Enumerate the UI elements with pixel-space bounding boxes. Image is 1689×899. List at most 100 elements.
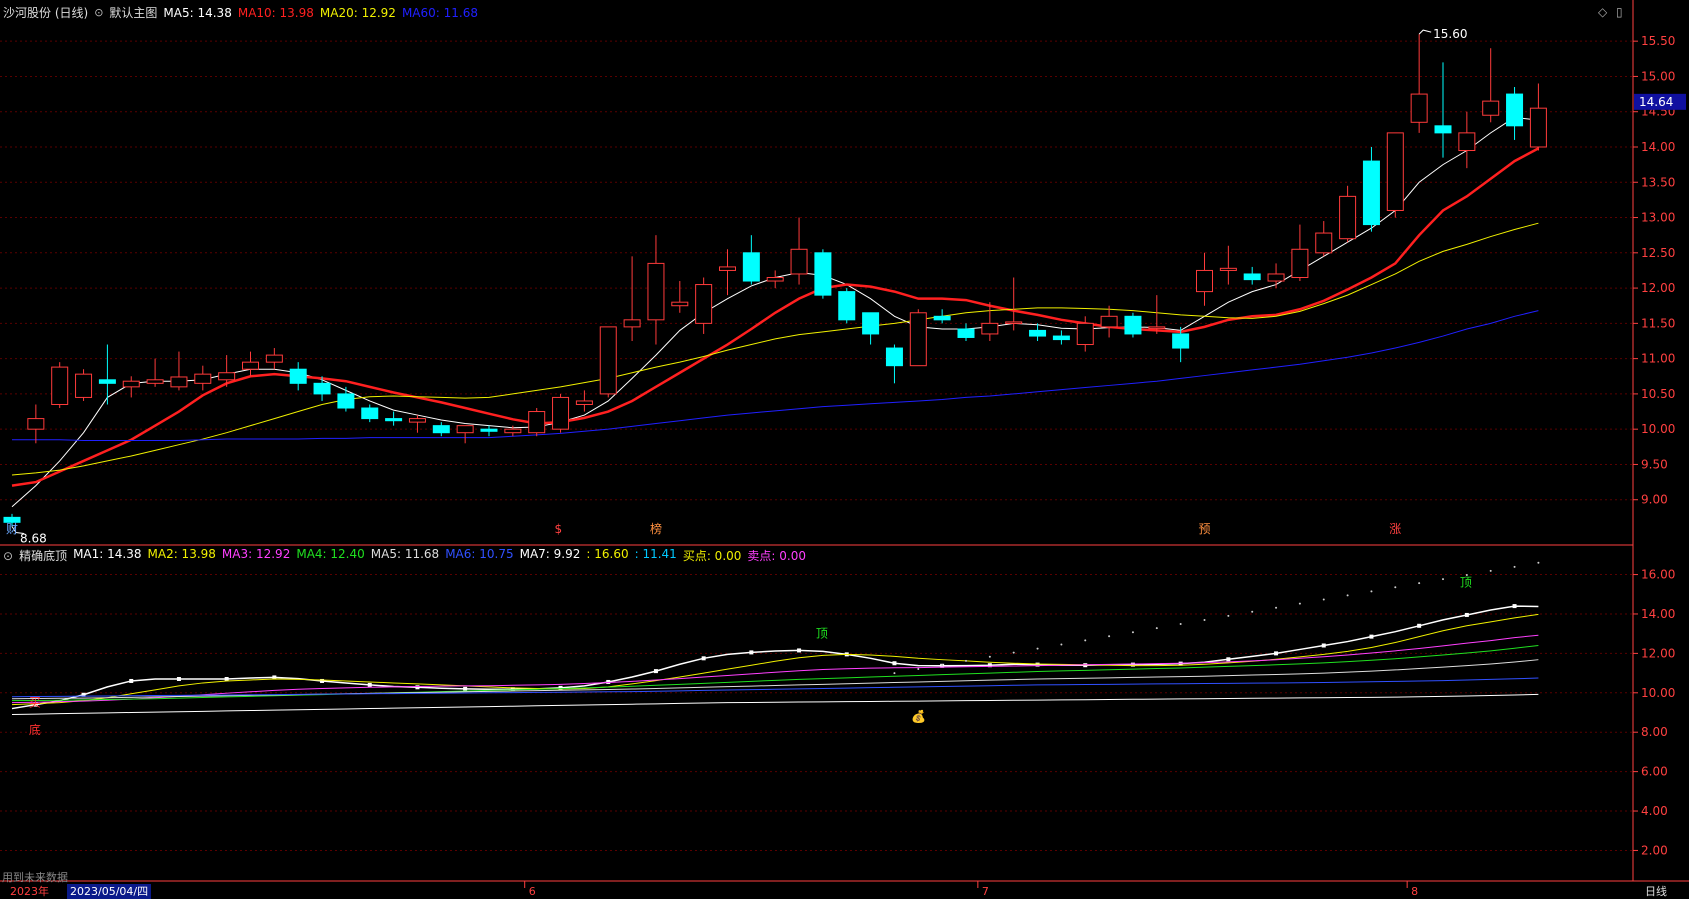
candle: [671, 281, 689, 313]
candle: [695, 277, 713, 334]
indicator-legend-item-3: MA4: 12.40: [296, 547, 365, 561]
event-marker: 涨: [1389, 521, 1401, 536]
period-label[interactable]: 日线: [1645, 884, 1667, 899]
ma-legend-item-2: MA20: 12.92: [319, 5, 396, 20]
candle-body-down: [1506, 93, 1524, 127]
high-annotation: 15.60: [1433, 27, 1467, 41]
candle-body-up: [1219, 267, 1237, 271]
trend-dot: [1155, 627, 1158, 630]
candle: [361, 404, 379, 423]
candle: [862, 312, 880, 345]
candle: [1219, 245, 1237, 285]
candle: [885, 344, 903, 384]
future-data-note: 用到未来数据: [2, 871, 68, 884]
indicator-dot: [1226, 657, 1231, 662]
low-annotation: 8.68: [20, 532, 47, 546]
main-tick-label: 13.00: [1641, 211, 1675, 225]
candle-body-up: [719, 266, 736, 271]
indicator-name[interactable]: 精确底顶: [19, 547, 67, 564]
indicator-dot: [367, 682, 372, 687]
indicator-tick-label: 4.00: [1641, 804, 1668, 818]
candle-body-up: [456, 425, 474, 434]
event-marker: 榜: [650, 521, 662, 536]
indicator-dot: [749, 650, 754, 655]
indicator-line-ma2: [11, 613, 1539, 706]
signal-marker: 顶: [816, 627, 828, 641]
stock-title: 沙河股份 (日线): [3, 6, 89, 20]
candle-body-up: [194, 373, 212, 384]
indicator-header: ⊙ 精确底顶 MA1: 14.38 MA2: 13.98 MA3: 12.92 MA4…: [3, 547, 806, 564]
template-dropdown-icon[interactable]: ⊙: [94, 6, 103, 19]
window-toggle-icon[interactable]: ▯: [1616, 5, 1623, 19]
trend-dot: [1346, 594, 1349, 597]
stock-chart-canvas[interactable]: 15.5015.0014.5014.0013.5013.0012.5012.00…: [0, 0, 1689, 899]
candle: [194, 365, 212, 391]
candle: [456, 425, 474, 444]
candle: [337, 386, 355, 412]
candle-body-up: [1076, 322, 1094, 346]
trend-dot: [1370, 590, 1373, 593]
candle-body-up: [1482, 100, 1500, 116]
template-selector[interactable]: 默认主图: [109, 4, 157, 21]
candle: [623, 256, 641, 341]
signal-marker: 💰: [911, 709, 926, 723]
candle: [170, 351, 188, 391]
candle: [742, 235, 760, 285]
candle-body-down: [480, 428, 498, 432]
trend-dot: [1036, 647, 1039, 650]
candle: [265, 348, 283, 370]
candle-body-up: [122, 380, 140, 388]
candle: [1315, 221, 1333, 257]
candle: [552, 393, 570, 433]
signal-marker: 底: [29, 722, 41, 737]
candle: [1148, 295, 1166, 334]
candle: [1458, 111, 1476, 169]
candle: [432, 422, 450, 437]
trend-dot: [1298, 602, 1301, 605]
indicator-legend-item-6: MA7: 9.92: [519, 547, 581, 561]
candle-body-up: [170, 376, 188, 388]
candle: [1410, 34, 1428, 133]
main-chart-header: 沙河股份 (日线) ⊙ 默认主图 MA5: 14.38 MA10: 13.98 MA…: [3, 4, 478, 21]
trend-dot: [893, 672, 896, 675]
ma-line-ma20: [11, 222, 1539, 476]
trend-dot: [917, 668, 920, 671]
candle-body-up: [647, 262, 665, 321]
candle-body-up: [408, 418, 426, 423]
candle-body-down: [838, 291, 856, 321]
main-tick-label: 11.00: [1641, 352, 1675, 366]
main-tick-label: 9.50: [1641, 457, 1668, 471]
candle-body-up: [1529, 107, 1547, 148]
candle-body-up: [552, 396, 570, 430]
trend-dot: [1537, 561, 1540, 564]
trend-dot: [1012, 651, 1015, 654]
month-label: 8: [1411, 885, 1418, 898]
candle: [766, 270, 784, 289]
candle-body-down: [1124, 315, 1142, 335]
event-marker: 财: [6, 522, 18, 536]
candle-body-up: [1291, 248, 1309, 278]
indicator-tick-label: 2.00: [1641, 843, 1668, 857]
indicator-dropdown-icon[interactable]: ⊙: [3, 549, 13, 563]
main-tick-label: 14.00: [1641, 140, 1675, 154]
candle-body-up: [981, 322, 999, 335]
indicator-legend-item-2: MA3: 12.92: [221, 547, 291, 561]
candle: [385, 411, 403, 426]
indicator-tick-label: 8.00: [1641, 725, 1668, 739]
diamond-icon[interactable]: ◇: [1598, 5, 1607, 19]
trend-dot: [1084, 639, 1087, 642]
candle-body-down: [98, 379, 116, 384]
candle: [957, 323, 975, 341]
candle-body-down: [742, 252, 760, 282]
indicator-dot: [701, 656, 706, 661]
candle-body-down: [361, 407, 379, 420]
indicator-dot: [653, 669, 658, 674]
main-tick-label: 12.00: [1641, 281, 1675, 295]
event-marker: $: [555, 522, 563, 536]
trend-dot: [941, 663, 944, 666]
candle-body-up: [695, 284, 713, 324]
candle: [242, 351, 259, 377]
candle-body-down: [862, 312, 880, 335]
main-tick-label: 9.00: [1641, 493, 1668, 507]
candle: [51, 362, 69, 409]
